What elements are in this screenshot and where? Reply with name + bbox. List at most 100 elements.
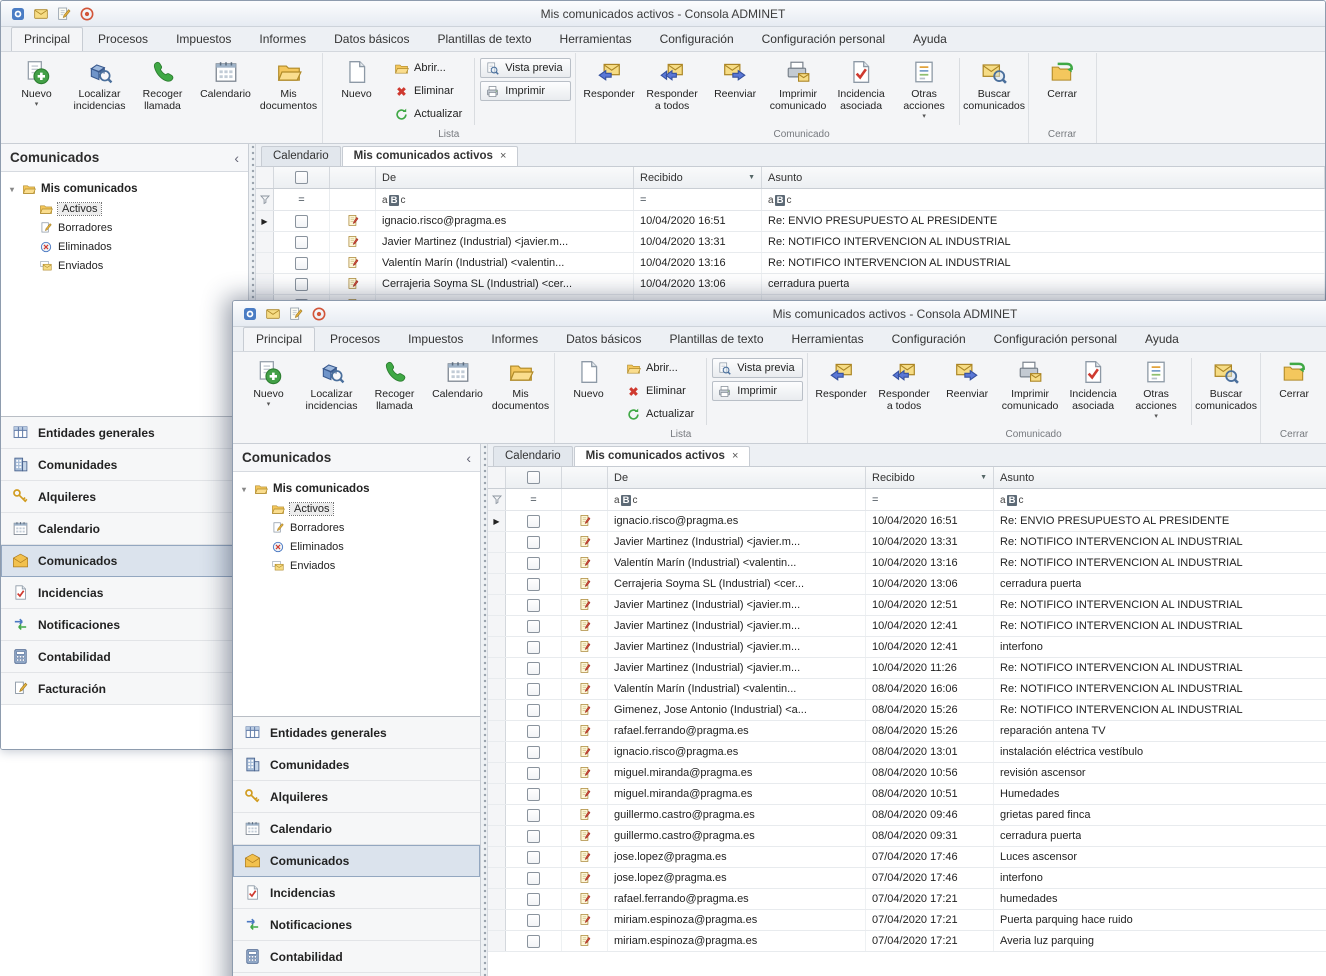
filter-cell-checkbox[interactable]: = [506,489,562,510]
localizar-incidencias-button[interactable]: Localizar incidencias [68,55,131,128]
mis-documentos-button[interactable]: Mis documentos [257,55,320,128]
ribbon-tab-plantillas-de-texto[interactable]: Plantillas de texto [424,27,544,51]
row-checkbox[interactable] [527,872,540,885]
ribbon-tab-ayuda[interactable]: Ayuda [1132,327,1192,351]
imprimir-button[interactable]: Imprimir [712,381,802,401]
table-row[interactable]: Javier Martinez (Industrial) <javier.m..… [488,616,1326,637]
table-row[interactable]: Valentín Marín (Industrial) <valentin...… [488,679,1326,700]
row-checkbox[interactable] [527,746,540,759]
filter-cell-de[interactable]: aBc [376,189,634,210]
table-row[interactable]: rafael.ferrando@pragma.es08/04/2020 15:2… [488,721,1326,742]
row-checkbox[interactable] [527,704,540,717]
nav-item-notificaciones[interactable]: Notificaciones [233,909,480,941]
table-row[interactable]: jose.lopez@pragma.es07/04/2020 17:46Luce… [488,847,1326,868]
nav-item-entidades-generales[interactable]: Entidades generales [233,717,480,749]
nuevo-button[interactable]: Nuevo [557,355,620,428]
ribbon-tab-procesos[interactable]: Procesos [317,327,393,351]
row-checkbox[interactable] [527,851,540,864]
recoger-llamada-button[interactable]: Recoger llamada [131,55,194,128]
doc-tab-mis-comunicados-activos[interactable]: Mis comunicados activos× [574,446,751,466]
column-header-recibido[interactable]: Recibido▼ [634,167,762,188]
ribbon-tab-ayuda[interactable]: Ayuda [900,27,960,51]
nav-item-incidencias[interactable]: Incidencias [1,577,248,609]
ribbon-tab-principal[interactable]: Principal [11,27,83,51]
ribbon-tab-plantillas-de-texto[interactable]: Plantillas de texto [656,327,776,351]
table-row[interactable]: Cerrajeria Soyma SL (Industrial) <cer...… [488,574,1326,595]
filter-cell-asunto[interactable]: aBc [762,189,1325,210]
tree-item-eliminados[interactable]: Eliminados [271,537,474,556]
row-checkbox[interactable] [527,725,540,738]
note-icon[interactable] [288,306,304,322]
mail-icon[interactable] [33,6,49,22]
row-checkbox[interactable] [527,599,540,612]
nav-item-calendario[interactable]: Calendario [1,513,248,545]
row-checkbox[interactable] [295,278,308,291]
row-checkbox[interactable] [527,578,540,591]
column-header-de[interactable]: De [608,467,866,488]
doc-tab-calendario[interactable]: Calendario [261,146,341,166]
close-tab-icon[interactable]: × [500,151,506,162]
nav-item-alquileres[interactable]: Alquileres [233,781,480,813]
calendario-button[interactable]: Calendario [426,355,489,428]
nav-item-comunicados[interactable]: Comunicados [1,545,248,577]
row-checkbox[interactable] [527,620,540,633]
expander-icon[interactable]: ▾ [239,485,249,494]
buscar-comunicados-button[interactable]: Buscar comunicados [1195,355,1258,428]
nav-item-contabilidad[interactable]: Contabilidad [233,941,480,973]
actualizar-button[interactable]: Actualizar [390,104,469,124]
ribbon-tab-datos-basicos[interactable]: Datos básicos [321,27,422,51]
nav-item-comunidades[interactable]: Comunidades [1,449,248,481]
nav-item-incidencias[interactable]: Incidencias [233,877,480,909]
ribbon-tab-herramientas[interactable]: Herramientas [547,27,645,51]
mis-documentos-button[interactable]: Mis documentos [489,355,552,428]
table-row[interactable]: Javier Martinez (Industrial) <javier.m..… [488,658,1326,679]
imprimir-button[interactable]: Imprimir [480,81,570,101]
table-row[interactable]: Javier Martinez (Industrial) <javier.m..… [488,637,1326,658]
responder-a-todos-button[interactable]: Responder a todos [873,355,936,428]
ribbon-tab-configuracion[interactable]: Configuración [647,27,747,51]
tree-node-mis-comunicados[interactable]: ▾Mis comunicados [239,479,474,499]
ribbon-tab-impuestos[interactable]: Impuestos [395,327,476,351]
cerrar-button[interactable]: Cerrar [1263,355,1326,428]
column-header-recibido[interactable]: Recibido▼ [866,467,994,488]
table-row[interactable]: jose.lopez@pragma.es07/04/2020 17:46inte… [488,868,1326,889]
nav-item-facturacion[interactable]: Facturación [1,673,248,705]
nav-item-comunicados[interactable]: Comunicados [233,845,480,877]
row-checkbox[interactable] [527,767,540,780]
table-row[interactable]: rafael.ferrando@pragma.es07/04/2020 17:2… [488,889,1326,910]
vista-previa-button[interactable]: Vista previa [712,358,802,378]
close-tab-icon[interactable]: × [732,451,738,462]
table-row[interactable]: Gimenez, Jose Antonio (Industrial) <a...… [488,700,1326,721]
nav-item-contabilidad[interactable]: Contabilidad [1,641,248,673]
nuevo-button[interactable]: Nuevo [325,55,388,128]
tree-item-enviados[interactable]: Enviados [271,556,474,575]
app-icon[interactable] [10,6,26,22]
calendario-button[interactable]: Calendario [194,55,257,128]
panel-splitter[interactable] [481,444,488,976]
tree-item-borradores[interactable]: Borradores [271,518,474,537]
abrir-button[interactable]: Abrir... [622,358,701,378]
nav-item-notificaciones[interactable]: Notificaciones [1,609,248,641]
recoger-llamada-button[interactable]: Recoger llamada [363,355,426,428]
vista-previa-button[interactable]: Vista previa [480,58,570,78]
table-row[interactable]: ▶ignacio.risco@pragma.es10/04/2020 16:51… [488,511,1326,532]
otras-acciones-button[interactable]: Otras acciones▾ [1125,355,1188,428]
row-checkbox[interactable] [527,788,540,801]
select-all-checkbox[interactable] [527,471,540,484]
ribbon-tab-configuracion[interactable]: Configuración [879,327,979,351]
titlebar[interactable]: Mis comunicados activos - Consola ADMINE… [233,301,1326,327]
expander-icon[interactable]: ▾ [7,185,17,194]
nuevo-button[interactable]: Nuevo▾ [5,55,68,128]
nav-item-alquileres[interactable]: Alquileres [1,481,248,513]
table-row[interactable]: Javier Martinez (Industrial) <javier.m..… [256,232,1325,253]
table-row[interactable]: miguel.miranda@pragma.es08/04/2020 10:56… [488,763,1326,784]
row-checkbox[interactable] [527,830,540,843]
ribbon-tab-herramientas[interactable]: Herramientas [779,327,877,351]
ribbon-tab-datos-basicos[interactable]: Datos básicos [553,327,654,351]
row-checkbox[interactable] [527,515,540,528]
responder-button[interactable]: Responder [810,355,873,428]
broadcast-icon[interactable] [311,306,327,322]
filter-cell-recibido[interactable]: = [634,189,762,210]
cerrar-button[interactable]: Cerrar [1031,55,1094,128]
table-row[interactable]: ▶ignacio.risco@pragma.es10/04/2020 16:51… [256,211,1325,232]
